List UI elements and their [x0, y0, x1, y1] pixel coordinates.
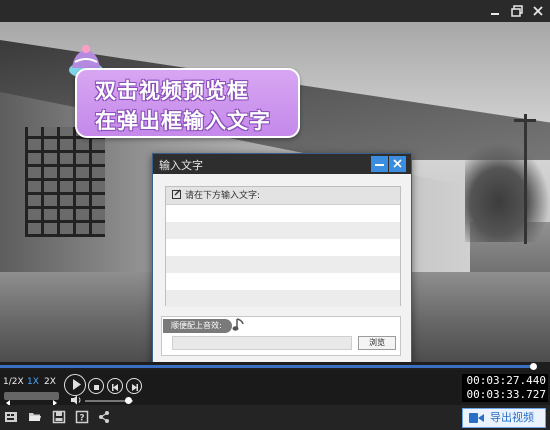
dialog-minimize-icon[interactable]: [371, 156, 388, 172]
minimize-icon[interactable]: [487, 3, 503, 19]
edit-icon: [172, 189, 181, 199]
next-frame-button[interactable]: [126, 378, 142, 394]
playback-controls: 1/2X 1X 2X 00:03:27.440 00:03:33.727: [0, 370, 550, 406]
progress-track[interactable]: [0, 365, 533, 368]
progress-handle[interactable]: [530, 363, 537, 370]
text-input-area[interactable]: 请在下方输入文字:: [165, 186, 401, 307]
video-barred-window: [25, 127, 105, 237]
video-utility-pole-bar: [514, 119, 536, 122]
instruction-line-1: 双击视频预览框: [95, 79, 249, 103]
speed-half[interactable]: 1/2X: [3, 377, 24, 387]
previous-icon: [111, 384, 118, 391]
dialog-close-icon[interactable]: [389, 156, 406, 172]
text-input-line[interactable]: [166, 222, 400, 239]
close-icon[interactable]: [530, 3, 546, 19]
svg-text:?: ?: [79, 414, 84, 424]
text-input-line[interactable]: [166, 256, 400, 273]
text-input-line[interactable]: [166, 290, 400, 307]
save-icon[interactable]: [52, 410, 66, 424]
volume-handle[interactable]: [125, 397, 132, 404]
share-icon[interactable]: [97, 410, 111, 424]
play-button[interactable]: [64, 374, 86, 396]
speed-double[interactable]: 2X: [44, 377, 56, 387]
music-note-icon: [232, 318, 244, 331]
export-video-button[interactable]: 导出视频: [462, 408, 546, 428]
text-input-line[interactable]: [166, 273, 400, 290]
speed-normal[interactable]: 1X: [27, 377, 39, 387]
title-bar: [0, 0, 550, 22]
dialog-title-bar: 输入文字: [153, 154, 411, 174]
video-trees: [465, 142, 550, 242]
export-video-label: 导出视频: [490, 411, 534, 424]
total-time: 00:03:33.727: [462, 388, 548, 402]
browse-button[interactable]: 浏览: [358, 336, 396, 350]
dialog-title: 输入文字: [159, 159, 203, 172]
stop-icon: [93, 385, 99, 390]
folder-open-icon[interactable]: [28, 410, 42, 424]
text-input-line[interactable]: [166, 239, 400, 256]
stop-button[interactable]: [88, 378, 104, 394]
next-icon: [131, 384, 138, 391]
video-editor-window: 双击视频预览框 在弹出框输入文字 输入文字 请在下方输入文字: 顺便配上音效: …: [0, 0, 550, 430]
export-icon: [469, 413, 484, 423]
help-icon[interactable]: ?: [75, 410, 89, 424]
playback-progress-bar[interactable]: [0, 362, 550, 370]
video-utility-pole: [524, 114, 527, 244]
instruction-bubble: 双击视频预览框 在弹出框输入文字: [75, 68, 300, 138]
instruction-line-2: 在弹出框输入文字: [95, 109, 271, 133]
film-icon[interactable]: [4, 410, 18, 424]
bottom-toolbar: ? 导出视频: [0, 405, 550, 430]
restore-icon[interactable]: [509, 3, 525, 19]
sound-file-path-input[interactable]: [172, 336, 352, 350]
sound-effect-panel: 顺便配上音效: 浏览: [161, 316, 401, 356]
text-input-line[interactable]: [166, 205, 400, 222]
text-input-prompt: 请在下方输入文字:: [185, 191, 261, 201]
speed-slider[interactable]: [4, 392, 59, 406]
previous-frame-button[interactable]: [107, 378, 123, 394]
text-input-header: 请在下方输入文字:: [166, 187, 400, 205]
current-time: 00:03:27.440: [462, 374, 548, 388]
volume-icon[interactable]: [70, 395, 82, 405]
sound-effect-label: 顺便配上音效:: [163, 319, 232, 333]
play-icon: [72, 379, 81, 390]
